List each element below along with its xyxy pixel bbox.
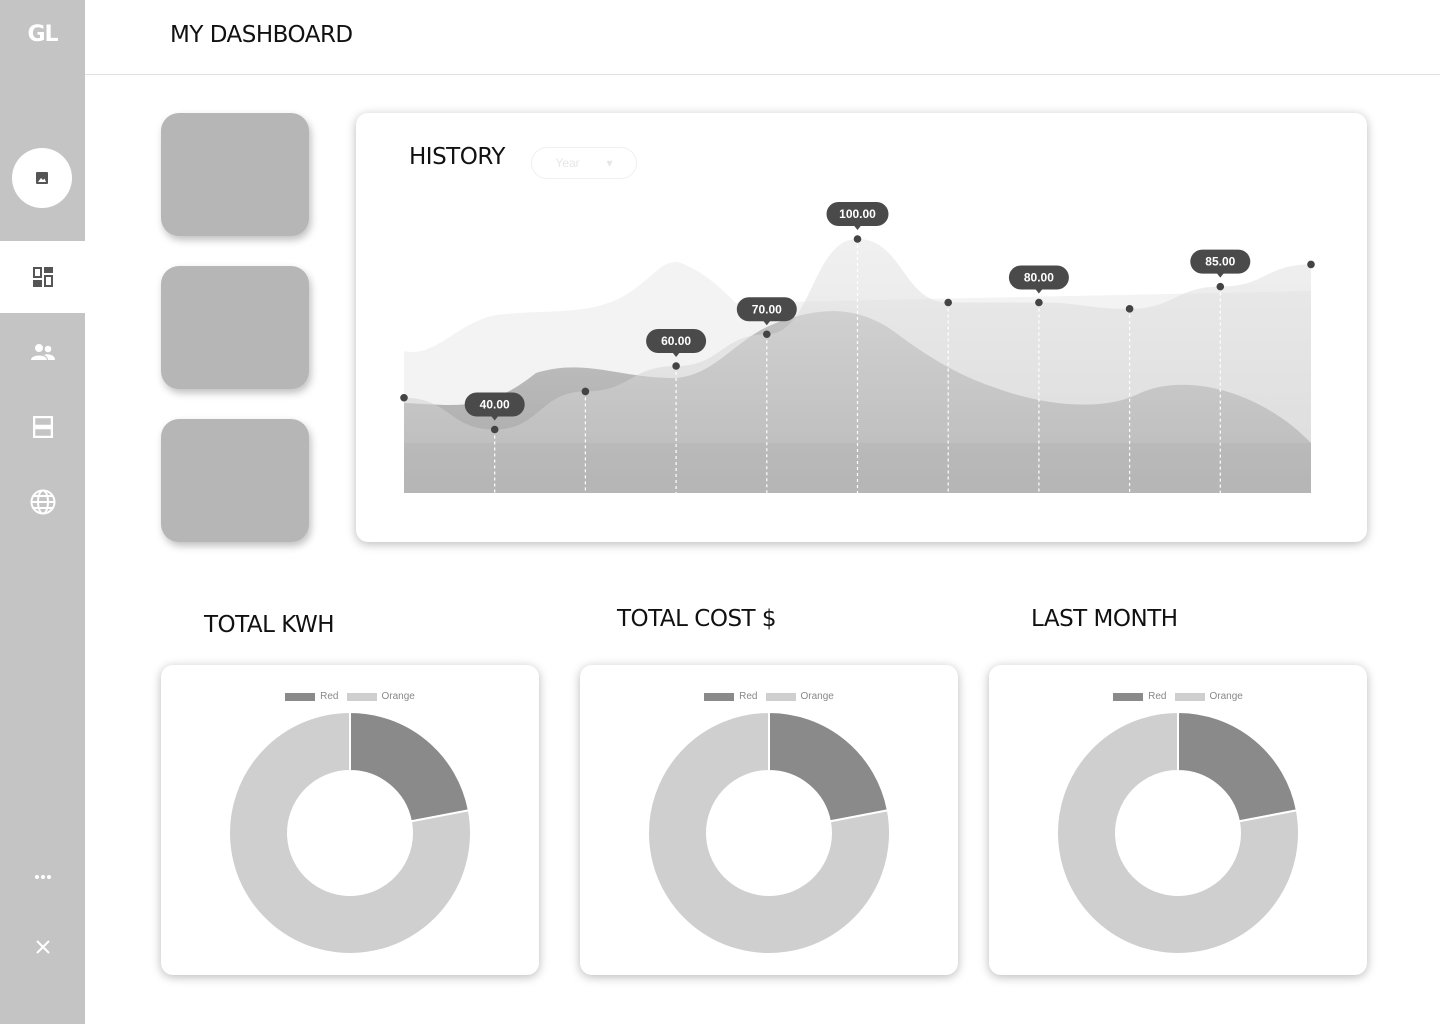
history-point[interactable] [944,298,952,307]
sidebar-item-users[interactable] [0,316,85,388]
image-icon [36,172,48,184]
avatar[interactable] [12,148,72,208]
summary-tile[interactable] [161,419,309,542]
history-point[interactable] [400,393,408,402]
sidebar: GL [0,0,85,1024]
close-button[interactable] [0,911,85,983]
people-icon [30,344,55,360]
app-logo: GL [27,22,58,47]
sidebar-item-storage[interactable] [0,391,85,463]
history-point[interactable] [581,387,590,396]
total-kwh-title: TOTAL KWH [204,612,335,638]
history-chart: 40.00 60.00 70.00 100.00 80.00 85.00 [400,202,1315,493]
history-value-label: 70.00 [752,302,782,316]
summary-tile[interactable] [161,113,309,236]
donut-slice-red[interactable] [1177,710,1299,823]
donut-slice-red[interactable] [768,710,890,823]
total-kwh-donut [228,710,472,955]
storage-icon [32,416,53,438]
sidebar-item-dashboard[interactable] [0,241,85,313]
history-point[interactable] [763,330,771,339]
more-icon [34,875,51,879]
dashboard-icon [32,267,53,287]
page-title: MY DASHBOARD [170,22,353,48]
donut-slice-red[interactable] [349,710,471,823]
history-value-label: 100.00 [839,207,876,221]
history-value-label: 40.00 [480,398,510,412]
sidebar-item-globe[interactable] [0,466,85,538]
last-month-title: LAST MONTH [1031,606,1178,632]
close-icon [35,940,50,954]
history-value-tooltip: 80.00 [1008,265,1069,294]
history-point[interactable] [1035,298,1043,307]
total-cost-title: TOTAL COST $ [617,606,777,632]
history-value-tooltip: 100.00 [826,202,889,230]
history-point[interactable] [1216,282,1225,291]
history-point[interactable] [1307,260,1315,269]
history-value-label: 85.00 [1205,255,1235,269]
total-cost-donut [647,710,891,955]
history-point[interactable] [490,425,499,434]
last-month-donut [1056,710,1300,955]
header: MY DASHBOARD [85,0,1440,75]
history-point[interactable] [672,362,680,370]
history-value-tooltip: 85.00 [1190,249,1251,278]
history-card: HISTORY Year ▾ 40.00 60.00 70.00 100.00 80.0… [356,113,1367,542]
history-value-label: 80.00 [1024,271,1054,285]
history-point[interactable] [1125,305,1134,313]
summary-tile[interactable] [161,266,309,389]
total-cost-card: Red Orange [580,665,958,975]
more-button[interactable] [0,841,85,913]
total-kwh-card: Red Orange [161,665,539,975]
globe-icon [30,489,55,515]
history-point[interactable] [853,235,862,243]
history-value-label: 60.00 [661,334,691,348]
last-month-card: Red Orange [989,665,1367,975]
